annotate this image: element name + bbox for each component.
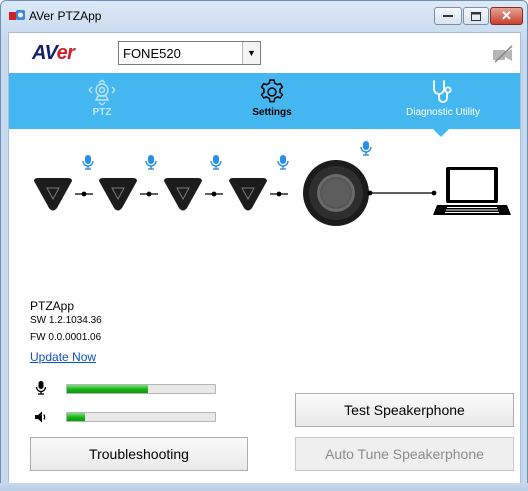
maximize-button[interactable] (463, 7, 489, 25)
link-4 (269, 190, 289, 198)
speaker-icon (35, 411, 46, 423)
app-client-area: AVer FONE520 ▼ PTZ Settings Diagnostic U… (8, 32, 521, 484)
link-3 (204, 190, 224, 198)
camera-muted-icon[interactable] (492, 45, 514, 63)
title-bar[interactable]: AVer PTZApp ✕ (1, 1, 527, 31)
tab-settings-label: Settings (252, 107, 292, 118)
speaker-level-meter (66, 412, 216, 422)
mic-icon-4 (277, 154, 289, 170)
tab-diagnostic-utility-label: Diagnostic Utility (406, 107, 480, 118)
tab-ptz-label: PTZ (92, 107, 112, 118)
expansion-mic-1 (33, 177, 73, 211)
chevron-down-icon[interactable]: ▼ (242, 42, 260, 64)
expansion-mic-3 (163, 177, 203, 211)
tab-ptz[interactable]: PTZ (71, 73, 133, 129)
test-speakerphone-button[interactable]: Test Speakerphone (295, 393, 514, 427)
update-now-link[interactable]: Update Now (30, 350, 96, 364)
laptop-icon (433, 167, 511, 215)
tab-settings[interactable]: Settings (239, 73, 305, 129)
troubleshooting-button[interactable]: Troubleshooting (30, 437, 248, 471)
minimize-button[interactable] (434, 7, 462, 25)
close-button[interactable]: ✕ (490, 7, 523, 25)
microphone-level-fill (67, 385, 149, 393)
link-1 (74, 190, 94, 198)
device-chain-diagram (33, 140, 511, 226)
auto-tune-speakerphone-button[interactable]: Auto Tune Speakerphone (295, 437, 514, 471)
device-select[interactable]: FONE520 ▼ (118, 41, 261, 65)
speakerphone-device (303, 160, 369, 226)
window-title: AVer PTZApp (29, 9, 102, 23)
usb-cable (367, 190, 437, 196)
app-logo-icon (9, 10, 25, 20)
expansion-mic-4 (228, 177, 268, 211)
microphone-icon (35, 381, 47, 395)
ptz-camera-icon (88, 79, 116, 106)
device-select-value: FONE520 (123, 46, 181, 61)
active-tab-indicator (433, 129, 449, 137)
tab-diagnostic-utility[interactable]: Diagnostic Utility (395, 73, 491, 129)
gear-icon (260, 79, 284, 103)
app-window: AVer PTZApp ✕ AVer FONE520 ▼ PTZ Setting… (0, 0, 528, 491)
aver-logo: AVer (32, 42, 75, 65)
logo-accent-text: er (56, 42, 75, 64)
mic-icon-speakerphone (360, 140, 372, 156)
microphone-level-meter (66, 384, 216, 394)
maximize-icon (471, 11, 481, 21)
stethoscope-icon (433, 80, 452, 103)
logo-main-text: AV (32, 42, 57, 64)
link-2 (139, 190, 159, 198)
window-bottom-border (0, 483, 528, 491)
firmware-version: FW 0.0.0001.06 (30, 332, 102, 343)
minimize-icon (443, 15, 453, 17)
mic-icon-2 (145, 154, 157, 170)
close-icon: ✕ (501, 8, 512, 23)
app-name: PTZApp (30, 299, 75, 313)
mic-icon-1 (82, 154, 94, 170)
speaker-level-fill (67, 413, 85, 421)
main-nav-bar: PTZ Settings Diagnostic Utility (9, 73, 520, 129)
mic-icon-3 (210, 154, 222, 170)
software-version: SW 1.2.1034.36 (30, 315, 102, 326)
expansion-mic-2 (98, 177, 138, 211)
